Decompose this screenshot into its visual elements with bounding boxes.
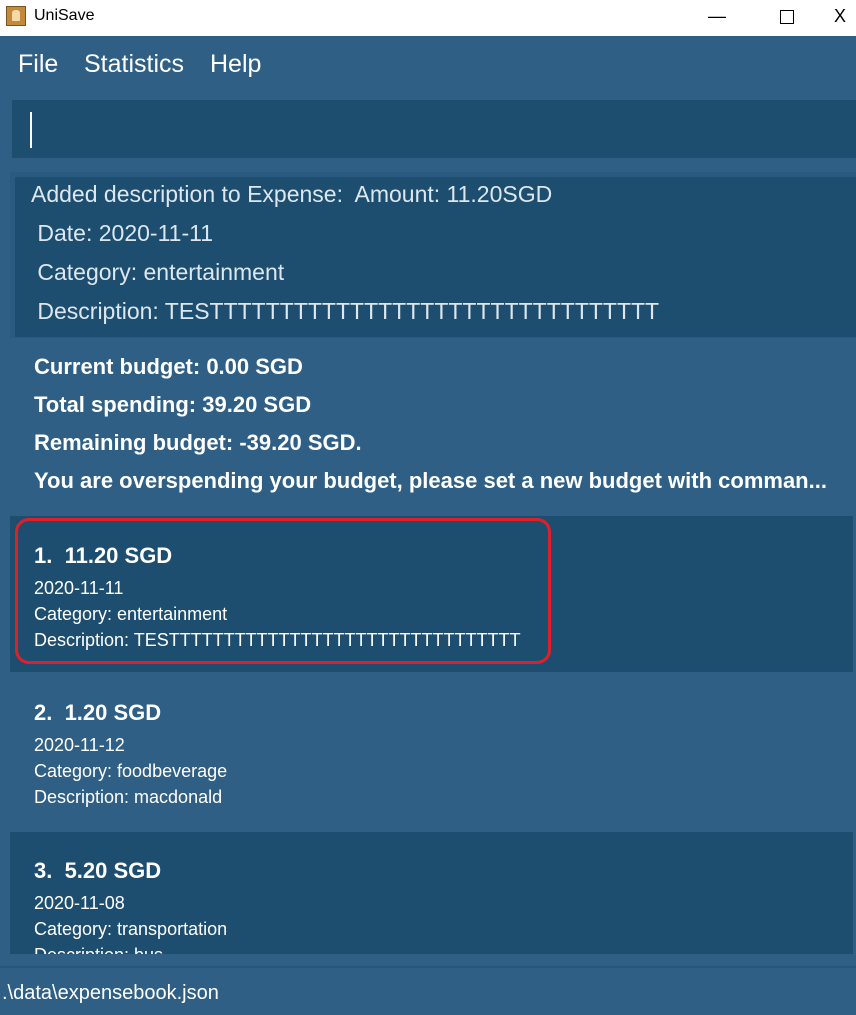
command-input[interactable] — [12, 100, 856, 158]
expense-date: 2020-11-08 — [34, 893, 125, 913]
app-icon — [6, 6, 26, 26]
overspending-warning: You are overspending your budget, please… — [34, 468, 827, 493]
status-bar: .\data\expensebook.json — [0, 966, 856, 1015]
maximize-button[interactable] — [764, 0, 810, 34]
menu-statistics[interactable]: Statistics — [84, 50, 184, 79]
expense-description: Description: macdonald — [34, 787, 223, 807]
remaining-budget: Remaining budget: -39.20 SGD. — [34, 430, 362, 455]
selection-highlight — [15, 518, 551, 664]
expense-title: 2. 1.20 SGD — [34, 700, 162, 725]
menu-file[interactable]: File — [18, 50, 58, 79]
expense-title: 3. 5.20 SGD — [34, 858, 162, 883]
text-caret — [30, 112, 32, 148]
title-bar: UniSave — X — [0, 0, 856, 36]
result-line-1: Added description to Expense: Amount: 11… — [31, 181, 553, 207]
result-line-4: Description: TESTTTTTTTTTTTTTTTTTTTTTTTT… — [31, 298, 660, 324]
result-line-3: Category: entertainment — [31, 259, 285, 285]
current-budget: Current budget: 0.00 SGD — [34, 354, 303, 379]
result-display: Added description to Expense: Amount: 11… — [15, 177, 856, 337]
expense-date: 2020-11-12 — [34, 735, 125, 755]
expense-category: Category: foodbeverage — [34, 761, 228, 781]
menu-bar: File Statistics Help — [0, 38, 856, 94]
minimize-button[interactable]: — — [694, 0, 740, 34]
save-location-path: .\data\expensebook.json — [2, 982, 219, 1004]
list-item[interactable]: 3. 5.20 SGD 2020-11-08 Category: transpo… — [10, 832, 853, 954]
total-spending: Total spending: 39.20 SGD — [34, 392, 312, 417]
maximize-icon — [780, 10, 794, 25]
budget-summary: Current budget: 0.00 SGD Total spending:… — [0, 348, 856, 496]
window-title: UniSave — [34, 7, 95, 24]
close-button[interactable]: X — [834, 0, 856, 34]
result-line-2: Date: 2020-11-11 — [31, 220, 213, 246]
expense-category: Category: transportation — [34, 919, 228, 939]
list-item[interactable]: 2. 1.20 SGD 2020-11-12 Category: foodbev… — [10, 674, 853, 830]
expense-description: Description: bus — [34, 945, 163, 954]
menu-help[interactable]: Help — [210, 50, 261, 79]
